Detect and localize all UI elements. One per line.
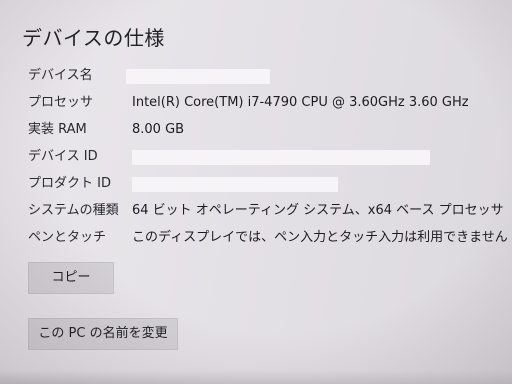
spec-label-product-id: プロダクト ID — [28, 176, 111, 191]
spec-value-processor: Intel(R) Core(TM) i7-4790 CPU @ 3.60GHz … — [132, 95, 469, 110]
page-title: デバイスの仕様 — [22, 26, 165, 50]
spec-label-system-type: システムの種類 — [28, 203, 119, 218]
spec-value-pen-touch: このディスプレイでは、ペン入力とタッチ入力は利用できません — [132, 230, 508, 245]
spec-label-device-name: デバイス名 — [28, 68, 93, 83]
spec-row-device-name: デバイス名 — [0, 65, 512, 87]
copy-button[interactable]: コピー — [28, 262, 114, 294]
spec-label-ram: 実装 RAM — [28, 122, 87, 137]
spec-value-ram: 8.00 GB — [132, 122, 185, 137]
spec-row-system-type: システムの種類 64 ビット オペレーティング システム、x64 ベース プロセ… — [0, 200, 512, 222]
product-id-redacted — [132, 177, 338, 192]
spec-row-pen-touch: ペンとタッチ このディスプレイでは、ペン入力とタッチ入力は利用できません — [0, 227, 512, 249]
spec-row-processor: プロセッサ Intel(R) Core(TM) i7-4790 CPU @ 3.… — [0, 92, 512, 114]
rename-pc-button[interactable]: この PC の名前を変更 — [28, 318, 178, 350]
device-name-redacted — [126, 69, 270, 84]
device-id-redacted — [132, 150, 430, 165]
spec-row-ram: 実装 RAM 8.00 GB — [0, 119, 512, 141]
spec-row-product-id: プロダクト ID — [0, 173, 512, 195]
spec-label-device-id: デバイス ID — [28, 149, 98, 164]
spec-label-processor: プロセッサ — [28, 95, 94, 110]
settings-page: デバイスの仕様 デバイス名 プロセッサ Intel(R) Core(TM) i7… — [0, 0, 512, 384]
bottom-edge — [0, 370, 512, 384]
spec-row-device-id: デバイス ID — [0, 146, 512, 168]
spec-label-pen-touch: ペンとタッチ — [28, 230, 107, 245]
spec-value-system-type: 64 ビット オペレーティング システム、x64 ベース プロセッサ — [132, 203, 504, 218]
